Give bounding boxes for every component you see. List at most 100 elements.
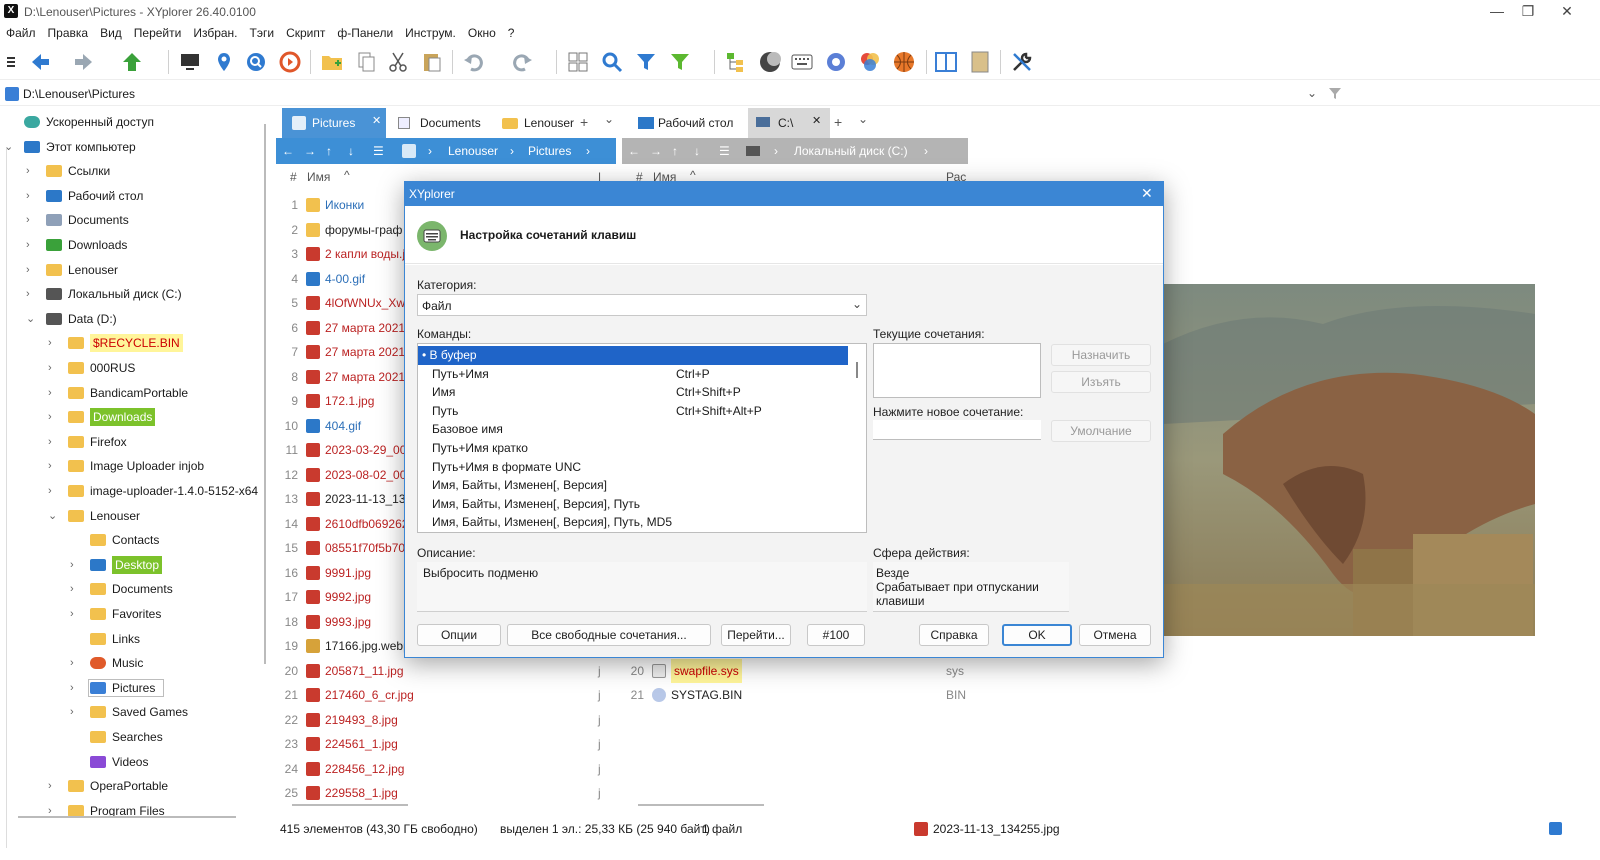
expand-chevron-icon[interactable]: › [48, 356, 52, 380]
hamburger-icon[interactable] [4, 50, 18, 74]
tree-item[interactable]: › Pictures [70, 676, 164, 700]
menu-tools[interactable]: Инструм. [399, 24, 462, 40]
tree-scrollbar[interactable] [18, 816, 236, 818]
tree-item[interactable]: › Documents [26, 208, 129, 232]
crumb-menu-icon[interactable]: ☰ [373, 144, 384, 158]
new-folder-icon[interactable] [320, 50, 344, 74]
file-row[interactable]: 21 SYSTAG.BIN BIN [622, 683, 968, 707]
new-shortcut-input[interactable] [873, 420, 1041, 440]
cut-icon[interactable] [386, 50, 410, 74]
commands-list[interactable]: • В буфер Путь+Имя Ctrl+P Имя Ctrl+Shift+P Пу… [417, 343, 867, 533]
file-row[interactable]: 22 219493_8.jpg j [276, 708, 616, 732]
command-item[interactable]: Имя, Байты, Изменен[, Версия], Путь [418, 495, 848, 514]
remove-button[interactable]: Изъять [1051, 371, 1151, 393]
crumb-lenouser[interactable]: Lenouser [448, 144, 498, 158]
horizontal-scrollbar[interactable] [638, 804, 764, 806]
dialog-close-button[interactable]: ✕ [1141, 185, 1153, 202]
paste-icon[interactable] [420, 50, 444, 74]
close-tab-icon[interactable]: ✕ [812, 106, 821, 136]
help-button[interactable]: Справка [919, 624, 989, 646]
expand-chevron-icon[interactable]: › [70, 577, 74, 601]
tree-item[interactable]: Links [90, 627, 140, 651]
tree-item[interactable]: ⌄ Этот компьютер [4, 135, 136, 159]
restore-button[interactable]: ❐ [1513, 2, 1543, 22]
close-tab-icon[interactable]: ✕ [372, 106, 381, 136]
up-arrow-icon[interactable] [120, 50, 144, 74]
back-arrow-icon[interactable] [28, 50, 52, 74]
filter-funnel-icon[interactable] [1326, 84, 1344, 105]
expand-chevron-icon[interactable]: › [48, 331, 52, 355]
nav-down-icon[interactable]: ↓ [694, 144, 700, 158]
expand-chevron-icon[interactable]: › [26, 282, 30, 306]
tree-item[interactable]: › Documents [70, 577, 173, 601]
current-shortcuts-list[interactable] [873, 343, 1041, 398]
expand-chevron-icon[interactable]: › [48, 454, 52, 478]
forward-arrow-icon[interactable] [72, 50, 96, 74]
tree-item[interactable]: › Downloads [48, 405, 156, 429]
expand-chevron-icon[interactable]: › [70, 700, 74, 724]
command-id-button[interactable]: #100 [807, 624, 865, 646]
nav-back-icon[interactable]: ← [282, 144, 294, 158]
collapse-chevron-icon[interactable]: ⌄ [26, 307, 35, 331]
location-pin-icon[interactable] [212, 50, 236, 74]
nav-up-icon[interactable]: ↑ [672, 144, 678, 158]
search-icon[interactable] [244, 50, 268, 74]
menu-window[interactable]: Окно [462, 24, 502, 40]
column-number-header[interactable]: # [290, 170, 297, 184]
dark-mode-icon[interactable] [758, 50, 782, 74]
file-row[interactable]: 25 229558_1.jpg j [276, 781, 616, 801]
tree-item[interactable]: › Saved Games [70, 700, 188, 724]
basketball-icon[interactable] [892, 50, 916, 74]
command-item[interactable]: Путь+Имя в формате UNC [418, 458, 848, 477]
menu-panels[interactable]: ф-Панели [331, 24, 399, 40]
new-tab-button[interactable]: + [834, 114, 842, 130]
default-button[interactable]: Умолчание [1051, 420, 1151, 442]
expand-chevron-icon[interactable]: › [70, 553, 74, 577]
tree-item[interactable]: › Image Uploader injob [48, 454, 204, 478]
computer-icon[interactable] [178, 50, 202, 74]
tab-desktop[interactable]: Рабочий стол [628, 108, 746, 138]
expand-chevron-icon[interactable]: › [48, 479, 52, 503]
nav-forward-icon[interactable]: → [304, 144, 316, 158]
settings-gear-icon[interactable] [824, 50, 848, 74]
file-row[interactable]: 24 228456_12.jpg j [276, 757, 616, 781]
menu-help[interactable]: ? [502, 24, 521, 40]
tree-item[interactable]: › image-uploader-1.4.0-5152-x64 [48, 479, 258, 503]
tree-item[interactable]: › Ссылки [26, 159, 110, 183]
expand-chevron-icon[interactable]: › [26, 208, 30, 232]
file-row[interactable]: 21 217460_6_cr.jpg j [276, 683, 616, 707]
options-button[interactable]: Опции [417, 624, 501, 646]
column-name-header[interactable]: Имя [307, 170, 330, 184]
tab-drive-c[interactable]: C:\ ✕ [748, 108, 830, 138]
list-scrollbar-thumb[interactable] [856, 362, 858, 378]
cancel-button[interactable]: Отмена [1079, 624, 1151, 646]
crumb-menu-icon[interactable]: ☰ [719, 144, 730, 158]
expand-chevron-icon[interactable]: › [26, 233, 30, 257]
copy-icon[interactable] [354, 50, 378, 74]
command-item[interactable]: Путь+Имя кратко [418, 439, 848, 458]
tree-item[interactable]: › Desktop [70, 553, 163, 577]
tree-item[interactable]: › Downloads [26, 233, 127, 257]
menu-favorites[interactable]: Избран. [187, 24, 243, 40]
address-bar[interactable]: D:\Lenouser\Pictures ⌄ [0, 84, 1600, 106]
close-window-button[interactable]: ✕ [1552, 2, 1582, 22]
expand-chevron-icon[interactable]: › [48, 430, 52, 454]
nav-back-icon[interactable]: ← [628, 144, 640, 158]
tree-item[interactable]: › Firefox [48, 430, 127, 454]
dual-pane-icon[interactable] [934, 50, 958, 74]
menu-script[interactable]: Скрипт [280, 24, 331, 40]
tree-item[interactable]: › Favorites [70, 602, 161, 626]
expand-chevron-icon[interactable]: › [48, 405, 52, 429]
tab-list-dropdown-icon[interactable]: ⌄ [858, 112, 868, 126]
expand-chevron-icon[interactable]: › [48, 381, 52, 405]
assign-button[interactable]: Назначить [1051, 344, 1151, 366]
new-tab-button[interactable]: + [580, 114, 588, 130]
tree-item[interactable]: Contacts [90, 528, 159, 552]
tree-item[interactable]: › 000RUS [48, 356, 135, 380]
tree-item[interactable]: Ускоренный доступ [24, 110, 154, 134]
collapse-chevron-icon[interactable]: ⌄ [48, 504, 57, 528]
tree-item[interactable]: › Рабочий стол [26, 184, 143, 208]
file-row[interactable]: 20 swapfile.sys sys [622, 659, 968, 683]
command-item[interactable]: Путь Ctrl+Shift+Alt+P [418, 402, 848, 421]
expand-chevron-icon[interactable]: › [26, 159, 30, 183]
